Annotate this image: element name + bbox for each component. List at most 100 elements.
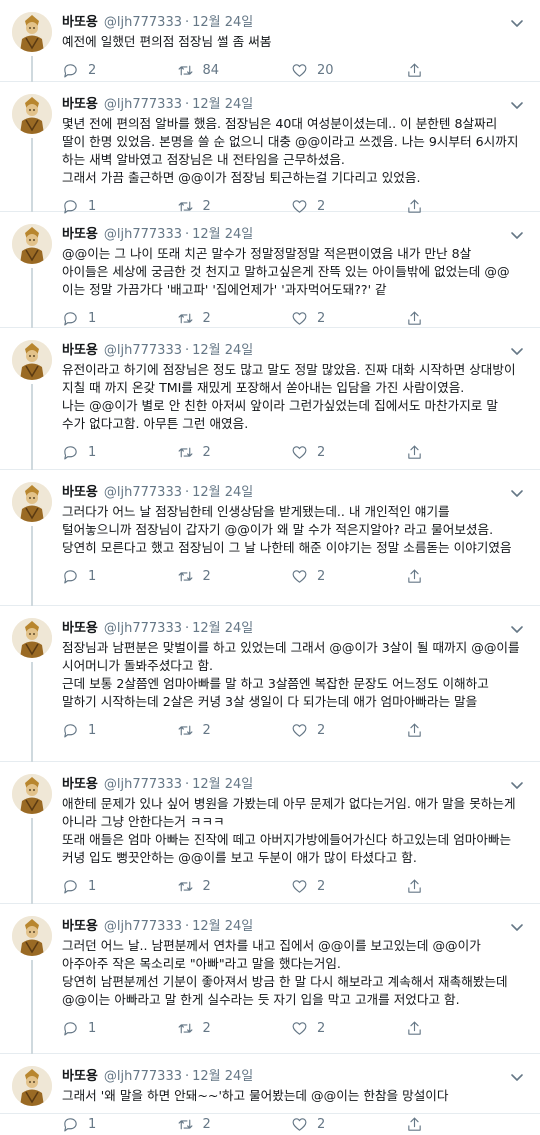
chevron-down-icon[interactable] [508, 484, 526, 502]
share-icon [407, 445, 421, 459]
separator-dot: · [184, 15, 190, 30]
tweet-date[interactable]: 12월 24일 [192, 620, 253, 638]
tweet-date[interactable]: 12월 24일 [192, 226, 253, 244]
retweet-button[interactable]: 84 [177, 62, 292, 79]
reply-button[interactable]: 2 [62, 62, 177, 79]
tweet-text: 유전이라고 하기에 점장님은 정도 많고 말도 정말 많았음. 진짜 대화 시작… [62, 362, 516, 431]
author-handle[interactable]: @ljh777333 [104, 620, 182, 638]
chevron-down-icon[interactable] [508, 620, 526, 638]
reply-button[interactable]: 1 [62, 1020, 177, 1037]
chevron-down-icon[interactable] [508, 226, 526, 244]
avatar[interactable] [12, 94, 52, 134]
retweet-button[interactable]: 2 [177, 444, 292, 461]
thread-connector-line [31, 268, 33, 328]
reply-button[interactable]: 1 [62, 444, 177, 461]
tweet[interactable]: 바또용 @ljh777333 · 12월 24일 예전에 일했던 편의점 점장님… [0, 0, 540, 82]
tweet-date[interactable]: 12월 24일 [192, 776, 253, 794]
author-name[interactable]: 바또용 [62, 918, 98, 936]
heart-icon [292, 1117, 307, 1131]
author-name[interactable]: 바또용 [62, 96, 98, 114]
author-handle[interactable]: @ljh777333 [104, 96, 182, 114]
author-handle[interactable]: @ljh777333 [104, 14, 182, 32]
chevron-down-icon[interactable] [508, 96, 526, 114]
chevron-down-icon[interactable] [508, 342, 526, 360]
tweet-date[interactable]: 12월 24일 [192, 342, 253, 360]
avatar[interactable] [12, 224, 52, 264]
share-button[interactable] [406, 444, 521, 461]
tweet-date[interactable]: 12월 24일 [192, 96, 253, 114]
like-count: 2 [317, 878, 326, 894]
chevron-down-icon[interactable] [508, 918, 526, 936]
like-button[interactable]: 2 [291, 878, 406, 895]
retweet-button[interactable]: 2 [177, 1020, 292, 1037]
share-button[interactable] [406, 878, 521, 895]
like-button[interactable]: 2 [291, 444, 406, 461]
tweet[interactable]: 바또용 @ljh777333 · 12월 24일 애한테 문제가 있나 싶어 병… [0, 762, 540, 904]
tweet-text: 그러던 어느 날.. 남편분께서 연차를 내고 집에서 @@이를 보고있는데 @… [62, 938, 508, 1007]
share-button[interactable] [406, 62, 521, 79]
avatar[interactable] [12, 618, 52, 658]
tweet[interactable]: 바또용 @ljh777333 · 12월 24일 그래서 '왜 말을 하면 안돼… [0, 1054, 540, 1132]
retweet-button[interactable]: 2 [177, 878, 292, 895]
chevron-down-icon[interactable] [508, 776, 526, 794]
author-handle[interactable]: @ljh777333 [104, 918, 182, 936]
author-name[interactable]: 바또용 [62, 620, 98, 638]
reply-button[interactable]: 1 [62, 722, 177, 739]
tweet-date[interactable]: 12월 24일 [192, 14, 253, 32]
like-count: 2 [317, 722, 326, 738]
avatar[interactable] [12, 12, 52, 52]
avatar[interactable] [12, 340, 52, 380]
reply-button[interactable]: 1 [62, 1116, 177, 1133]
share-button[interactable] [406, 1116, 521, 1133]
like-button[interactable]: 2 [291, 1020, 406, 1037]
avatar[interactable] [12, 1066, 52, 1106]
author-name[interactable]: 바또용 [62, 776, 98, 794]
retweet-button[interactable]: 2 [177, 310, 292, 327]
chevron-down-icon[interactable] [508, 1068, 526, 1086]
avatar-image-icon [12, 618, 52, 658]
author-handle[interactable]: @ljh777333 [104, 484, 182, 502]
chevron-down-icon[interactable] [508, 14, 526, 32]
author-name[interactable]: 바또용 [62, 1068, 98, 1086]
tweet[interactable]: 바또용 @ljh777333 · 12월 24일 점장님과 남편분은 맞벌이를 … [0, 606, 540, 762]
author-name[interactable]: 바또용 [62, 14, 98, 32]
author-name[interactable]: 바또용 [62, 226, 98, 244]
heart-icon [292, 445, 307, 459]
reply-button[interactable]: 1 [62, 310, 177, 327]
like-button[interactable]: 2 [291, 1116, 406, 1133]
author-name[interactable]: 바또용 [62, 484, 98, 502]
like-button[interactable]: 2 [291, 722, 406, 739]
retweet-count: 2 [202, 444, 211, 460]
tweet[interactable]: 바또용 @ljh777333 · 12월 24일 그러다가 어느 날 점장님한테… [0, 470, 540, 606]
share-button[interactable] [406, 310, 521, 327]
tweet[interactable]: 바또용 @ljh777333 · 12월 24일 유전이라고 하기에 점장님은 … [0, 328, 540, 470]
share-button[interactable] [406, 568, 521, 585]
author-handle[interactable]: @ljh777333 [104, 776, 182, 794]
heart-icon [292, 63, 307, 77]
share-button[interactable] [406, 1020, 521, 1037]
avatar[interactable] [12, 482, 52, 522]
avatar[interactable] [12, 774, 52, 814]
tweet-date[interactable]: 12월 24일 [192, 1068, 253, 1086]
like-button[interactable]: 2 [291, 568, 406, 585]
author-name[interactable]: 바또용 [62, 342, 98, 360]
author-handle[interactable]: @ljh777333 [104, 342, 182, 360]
tweet[interactable]: 바또용 @ljh777333 · 12월 24일 몇년 전에 편의점 알바를 했… [0, 82, 540, 214]
author-handle[interactable]: @ljh777333 [104, 1068, 182, 1086]
like-button[interactable]: 2 [291, 310, 406, 327]
share-button[interactable] [406, 722, 521, 739]
tweet-date[interactable]: 12월 24일 [192, 918, 253, 936]
reply-button[interactable]: 1 [62, 878, 177, 895]
author-handle[interactable]: @ljh777333 [104, 226, 182, 244]
heart-icon [292, 723, 307, 737]
avatar[interactable] [12, 916, 52, 956]
retweet-button[interactable]: 2 [177, 722, 292, 739]
tweet[interactable]: 바또용 @ljh777333 · 12월 24일 그러던 어느 날.. 남편분께… [0, 904, 540, 1054]
retweet-button[interactable]: 2 [177, 568, 292, 585]
tweet-actions: 1 2 2 [62, 565, 520, 587]
retweet-button[interactable]: 2 [177, 1116, 292, 1133]
tweet[interactable]: 바또용 @ljh777333 · 12월 24일 @@이는 그 나이 또래 치곤… [0, 212, 540, 328]
like-button[interactable]: 20 [291, 62, 406, 79]
tweet-date[interactable]: 12월 24일 [192, 484, 253, 502]
reply-button[interactable]: 1 [62, 568, 177, 585]
